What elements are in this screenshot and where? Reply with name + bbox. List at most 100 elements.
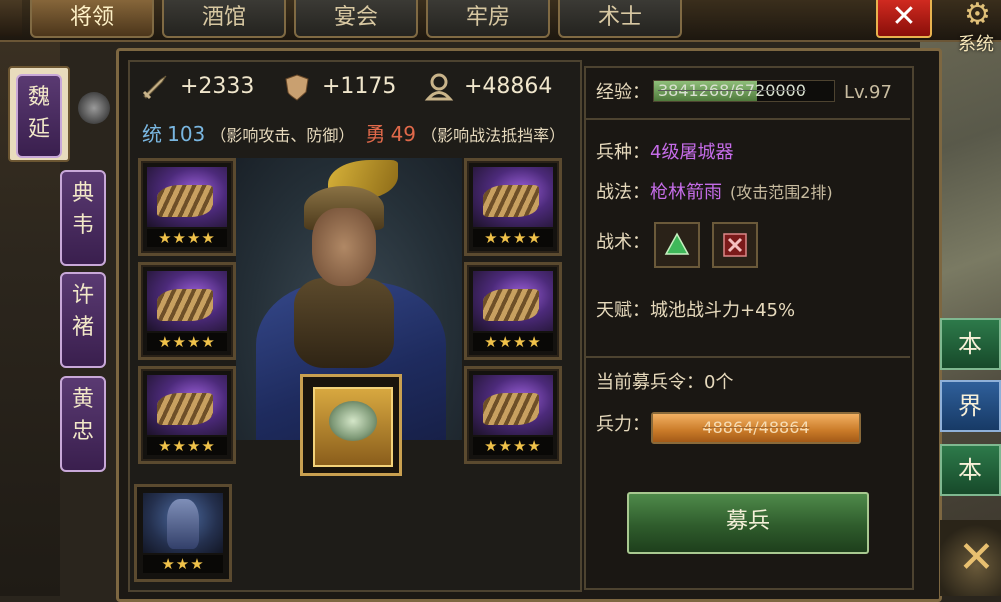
- unit-type: 兵种：4级屠城器: [596, 140, 733, 166]
- system-button[interactable]: ⚙ 系统: [958, 0, 1001, 55]
- talent-value: 城池战斗力+45%: [650, 300, 796, 321]
- skill-slot-2[interactable]: [712, 222, 758, 268]
- treasure-slot[interactable]: [300, 374, 402, 476]
- attack-value: +2333: [180, 74, 255, 99]
- tactic: 战法：枪林箭雨 (攻击范围2排): [596, 180, 833, 206]
- general-name-char: 黄: [71, 387, 94, 412]
- general-name-char: 褚: [71, 315, 94, 340]
- general-name-char: 延: [27, 117, 50, 142]
- tactic-value: 枪林箭雨: [650, 182, 722, 203]
- tong-desc: （影响攻击、防御）: [210, 126, 355, 145]
- general-list-item-dianwei[interactable]: 典 韦: [60, 170, 106, 266]
- gear-icon: ⚙: [964, 0, 991, 32]
- close-button[interactable]: ✕: [876, 0, 932, 38]
- general-name-char: 魏: [27, 85, 50, 110]
- crossed-swords-icon: ✕: [958, 532, 995, 583]
- tab-bar-edge: [0, 0, 22, 36]
- exp-label: 经验：: [596, 82, 650, 103]
- troops-bar: 48864/48864: [651, 412, 861, 444]
- recruit-token: 当前募兵令：0个: [596, 370, 733, 396]
- talent: 天赋：城池战斗力+45%: [596, 298, 795, 324]
- equipment-slot-left-3[interactable]: ★★★★: [138, 366, 236, 464]
- equipment-slot-left-2[interactable]: ★★★★: [138, 262, 236, 360]
- close-icon: ✕: [891, 0, 917, 34]
- token-value: 0个: [704, 372, 734, 393]
- side-button-2[interactable]: 界: [940, 380, 1001, 432]
- equipment-icon: [147, 271, 227, 331]
- divider: [584, 356, 910, 358]
- star-rating: ★★★★: [147, 437, 227, 455]
- general-name-char: 典: [71, 181, 94, 206]
- troops-stat: +48864: [424, 70, 552, 104]
- star-rating: ★★★★: [473, 333, 553, 351]
- equipment-icon: [473, 271, 553, 331]
- skill-slot-1[interactable]: [654, 222, 700, 268]
- general-list-item-huangzhong[interactable]: 黄 忠: [60, 376, 106, 472]
- tactic-note: (攻击范围2排): [730, 183, 833, 202]
- unit-label: 兵种：: [596, 142, 650, 163]
- crossed-swords-button[interactable]: ✕: [940, 520, 1001, 596]
- equipment-slot-left-1[interactable]: ★★★★: [138, 158, 236, 256]
- troops-label: 兵力：: [596, 414, 650, 435]
- tong-value: 103: [167, 122, 206, 146]
- general-name-char: 许: [71, 283, 94, 308]
- attribute-row: 统 103 （影响攻击、防御） 勇 49 （影响战法抵挡率）: [128, 118, 578, 150]
- star-rating: ★★★★: [147, 333, 227, 351]
- system-label: 系统: [958, 34, 994, 55]
- tab-banquet[interactable]: 宴会: [294, 0, 418, 38]
- tactic-label: 战法：: [596, 182, 650, 203]
- top-tab-bar: 将领 酒馆 宴会 牢房 术士 ✕: [0, 0, 1001, 42]
- equipment-slot-right-3[interactable]: ★★★★: [464, 366, 562, 464]
- general-list-item-xuchu[interactable]: 许 褚: [60, 272, 106, 368]
- exp-value: 3841268/6720000: [658, 81, 806, 100]
- equipment-slot-right-2[interactable]: ★★★★: [464, 262, 562, 360]
- portrait-armor: [294, 278, 394, 368]
- portrait-face: [312, 208, 376, 286]
- tab-generals[interactable]: 将领: [30, 0, 154, 38]
- green-triangle-icon: [664, 232, 690, 255]
- mount-slot[interactable]: ★★★: [134, 484, 232, 582]
- tab-prison[interactable]: 牢房: [426, 0, 550, 38]
- divider: [584, 118, 910, 120]
- yong-value: 49: [390, 122, 417, 146]
- soldier-icon: [424, 73, 454, 101]
- tab-tavern[interactable]: 酒馆: [162, 0, 286, 38]
- troops-bar-value: 48864/48864: [702, 418, 810, 437]
- attack-stat: +2333: [140, 70, 254, 104]
- yong-desc: （影响战法抵挡率）: [421, 126, 566, 145]
- equipment-icon: [473, 375, 553, 435]
- level: Lv.97: [844, 82, 892, 103]
- star-rating: ★★★: [143, 555, 223, 573]
- side-button-1[interactable]: 本: [940, 318, 1001, 370]
- defense-value: +1175: [322, 74, 397, 99]
- skill-label: 战术：: [596, 232, 650, 253]
- equipment-slot-right-1[interactable]: ★★★★: [464, 158, 562, 256]
- troops-value: +48864: [464, 74, 553, 99]
- star-rating: ★★★★: [147, 229, 227, 247]
- equipment-icon: [147, 375, 227, 435]
- star-rating: ★★★★: [473, 437, 553, 455]
- star-rating: ★★★★: [473, 229, 553, 247]
- general-name-char: 忠: [71, 419, 94, 444]
- talent-label: 天赋：: [596, 300, 650, 321]
- sword-icon: [142, 75, 167, 100]
- tong-label: 统: [142, 122, 162, 146]
- exp-bar: 3841268/6720000: [653, 80, 835, 102]
- yong-label: 勇: [365, 122, 386, 146]
- defense-stat: +1175: [282, 70, 396, 104]
- token-label: 当前募兵令：: [596, 372, 704, 393]
- side-button-3[interactable]: 本: [940, 444, 1001, 496]
- jade-disc-icon: [313, 387, 393, 467]
- general-name-char: 韦: [71, 213, 94, 238]
- equipment-icon: [147, 167, 227, 227]
- general-name-weiyan: 魏 延: [16, 74, 62, 158]
- shield-icon: [285, 74, 309, 101]
- tab-sorcerer[interactable]: 术士: [558, 0, 682, 38]
- lock-icon[interactable]: [78, 92, 110, 124]
- equipment-icon: [473, 167, 553, 227]
- warrior-icon: [143, 493, 223, 553]
- recruit-button[interactable]: 募兵: [627, 492, 869, 554]
- general-list-item-selected[interactable]: 魏 延: [8, 66, 70, 162]
- red-cross-icon: [723, 233, 747, 257]
- unit-value: 4级屠城器: [650, 142, 734, 163]
